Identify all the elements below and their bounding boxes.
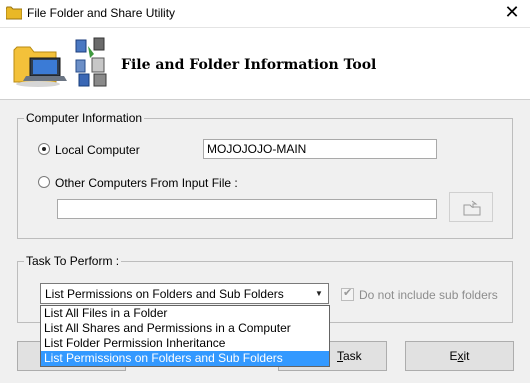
exclude-subfolders-checkbox[interactable]: ✔ — [341, 287, 354, 301]
task-option[interactable]: List All Files in a Folder — [41, 306, 329, 321]
folder-app-icon — [6, 6, 22, 20]
chevron-down-icon[interactable]: ▼ — [312, 286, 326, 301]
task-button-rest: ask — [343, 349, 362, 363]
task-option[interactable]: List Folder Permission Inheritance — [41, 336, 329, 351]
title-bar: File Folder and Share Utility ✕ — [0, 0, 530, 28]
local-computer-label: Local Computer — [55, 143, 140, 157]
task-dropdown-value: List Permissions on Folders and Sub Fold… — [45, 287, 284, 301]
close-icon[interactable]: ✕ — [500, 1, 524, 25]
other-computers-label: Other Computers From Input File : — [55, 176, 238, 190]
browse-file-button[interactable] — [449, 192, 493, 222]
banner-title: File and Folder Information Tool — [121, 57, 377, 73]
other-computers-radio[interactable] — [38, 176, 50, 188]
header-banner: File and Folder Information Tool — [0, 28, 530, 100]
task-dropdown[interactable]: List Permissions on Folders and Sub Fold… — [40, 283, 329, 304]
folder-laptop-icon — [13, 46, 67, 87]
open-file-icon — [463, 200, 481, 216]
input-file-path-field[interactable] — [57, 199, 437, 219]
window-title: File Folder and Share Utility — [27, 6, 176, 20]
exclude-subfolders-label: Do not include sub folders — [359, 288, 498, 302]
task-options-list[interactable]: List All Files in a Folder List All Shar… — [40, 305, 330, 367]
exit-button-label-rest: it — [463, 349, 470, 363]
computer-name-field[interactable]: MOJOJOJO-MAIN — [203, 139, 437, 159]
exit-button[interactable]: Exit — [405, 341, 514, 371]
task-option[interactable]: List All Shares and Permissions in a Com… — [41, 321, 329, 336]
tools-icon — [75, 37, 107, 87]
task-legend: Task To Perform : — [24, 254, 122, 268]
exit-button-label-e: E — [449, 349, 458, 363]
computer-information-legend: Computer Information — [24, 111, 145, 125]
checkmark-icon: ✔ — [343, 287, 353, 299]
local-computer-radio[interactable] — [38, 143, 50, 155]
task-option-selected[interactable]: List Permissions on Folders and Sub Fold… — [41, 351, 329, 366]
